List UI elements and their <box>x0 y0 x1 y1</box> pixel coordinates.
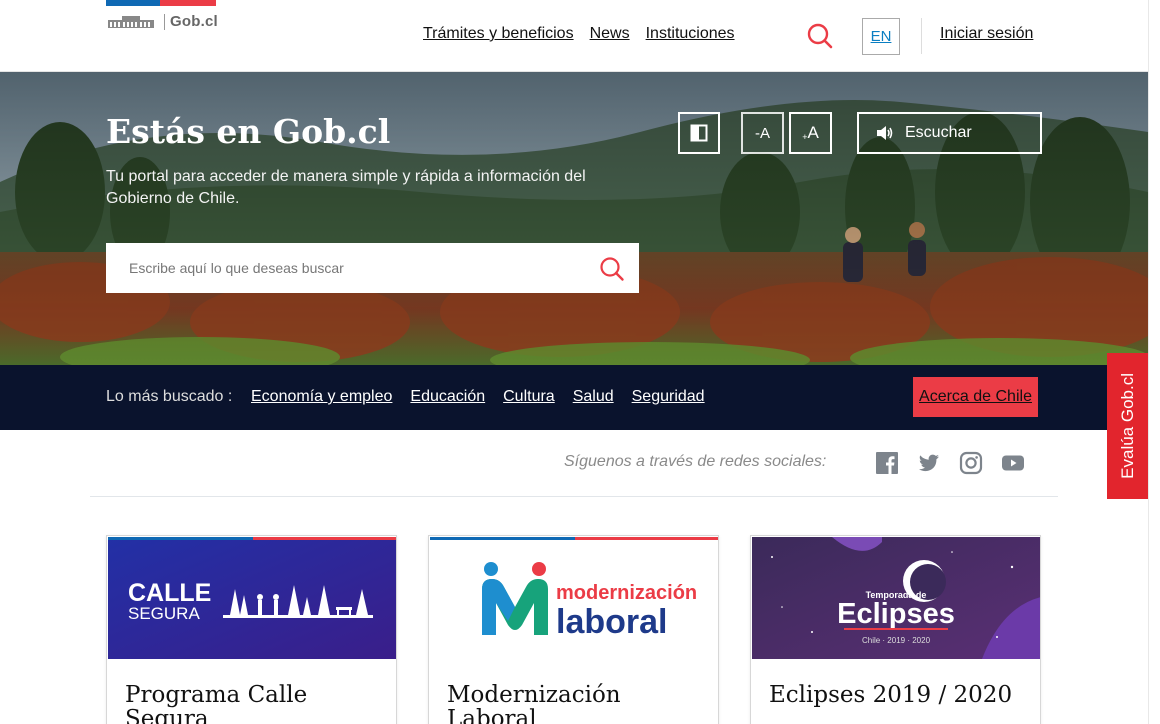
decrease-font-button[interactable]: -A <box>741 112 784 154</box>
listen-label: Escuchar <box>905 124 972 141</box>
about-chile-button[interactable]: Acerca de Chile <box>913 377 1038 417</box>
speaker-icon <box>877 126 893 140</box>
most-searched-label: Lo más buscado : <box>106 388 233 405</box>
most-searched-links: Economía y empleo Educación Cultura Salu… <box>251 388 705 406</box>
logo-text: Gob.cl <box>170 13 218 30</box>
card-image-text-2: laboral <box>556 603 667 641</box>
hero-search-box <box>106 243 639 293</box>
link-salud[interactable]: Salud <box>573 388 614 406</box>
main-nav: Trámites y beneficios News Instituciones <box>423 25 735 43</box>
twitter-icon[interactable] <box>917 451 941 475</box>
nav-instituciones[interactable]: Instituciones <box>646 25 735 43</box>
link-economia[interactable]: Economía y empleo <box>251 388 392 406</box>
link-educacion[interactable]: Educación <box>410 388 485 406</box>
increase-font-button[interactable]: + A <box>789 112 832 154</box>
hero-title: Estás en Gob.cl <box>106 112 391 151</box>
plus-icon: + <box>802 132 808 142</box>
social-icons <box>875 451 1025 475</box>
logo-separator <box>164 14 165 30</box>
card-modernizacion-laboral[interactable]: modernización laboral Modernización Labo… <box>428 535 719 724</box>
hero-banner: Estás en Gob.cl Tu portal para acceder d… <box>0 72 1148 365</box>
card-image-text-2: SEGURA <box>128 604 200 623</box>
gob-logo[interactable]: Gob.cl <box>106 0 218 34</box>
hero-subtitle: Tu portal para acceder de manera simple … <box>106 168 586 207</box>
palace-icon <box>108 16 154 28</box>
evaluate-tab[interactable]: Evalúa Gob.cl <box>1107 353 1148 499</box>
search-icon[interactable] <box>806 22 834 50</box>
evaluate-tab-label: Evalúa Gob.cl <box>1117 373 1137 479</box>
logo-blue-bar <box>106 0 160 6</box>
header-divider <box>921 18 922 54</box>
language-toggle-button[interactable]: EN <box>862 18 900 55</box>
section-divider <box>90 496 1058 497</box>
card-image-eclipses: Temporada de Eclipses Chile · 2019 · 202… <box>752 537 1040 659</box>
decrease-font-label: A <box>759 124 770 142</box>
logo-red-bar <box>160 0 216 6</box>
nav-tramites[interactable]: Trámites y beneficios <box>423 25 574 43</box>
youtube-icon[interactable] <box>1001 451 1025 475</box>
card-title: Modernización Laboral <box>447 682 621 724</box>
card-title: Eclipses 2019 / 2020 <box>769 682 1013 708</box>
site-header: Gob.cl Trámites y beneficios News Instit… <box>0 0 1148 72</box>
card-eclipses[interactable]: Temporada de Eclipses Chile · 2019 · 202… <box>750 535 1041 724</box>
card-image-text-1: CALLE <box>128 579 211 607</box>
card-image-calle-segura: CALLE SEGURA <box>108 537 396 659</box>
listen-button[interactable]: Escuchar <box>857 112 1042 154</box>
nav-news[interactable]: News <box>590 25 630 43</box>
card-calle-segura[interactable]: CALLE SEGURA Programa Calle Segura <box>106 535 397 724</box>
most-searched-bar: Lo más buscado : Economía y empleo Educa… <box>0 365 1148 430</box>
search-icon[interactable] <box>599 256 625 282</box>
link-seguridad[interactable]: Seguridad <box>632 388 705 406</box>
page-scrollbar[interactable] <box>1148 0 1160 724</box>
social-label: Síguenos a través de redes sociales: <box>564 453 827 470</box>
login-link[interactable]: Iniciar sesión <box>940 25 1033 43</box>
card-image-modernizacion-laboral: modernización laboral <box>430 537 718 659</box>
contrast-button[interactable] <box>678 112 720 154</box>
card-image-text-2: Eclipses <box>837 598 955 630</box>
link-cultura[interactable]: Cultura <box>503 388 555 406</box>
increase-font-label: A <box>807 123 819 142</box>
contrast-icon <box>690 124 708 142</box>
facebook-icon[interactable] <box>875 451 899 475</box>
search-input[interactable] <box>106 243 586 293</box>
card-image-text-3: Chile · 2019 · 2020 <box>862 636 931 645</box>
card-title: Programa Calle Segura <box>125 682 308 724</box>
instagram-icon[interactable] <box>959 451 983 475</box>
card-image-text-1: modernización <box>556 582 697 604</box>
